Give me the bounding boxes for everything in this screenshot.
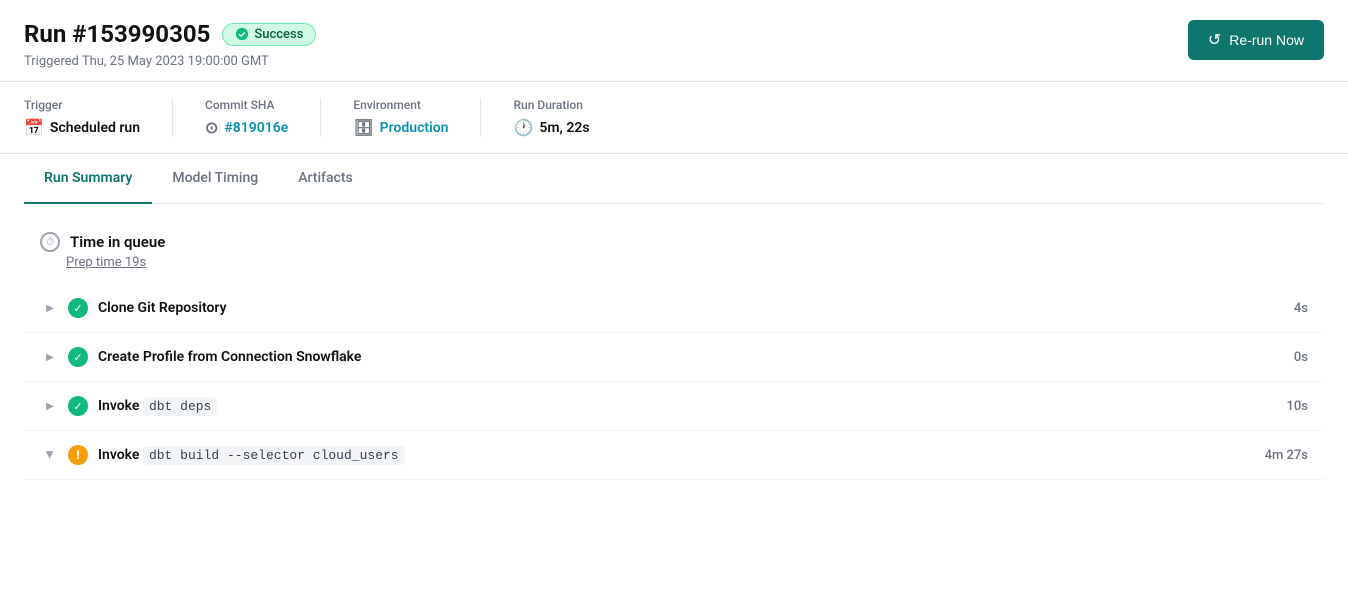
- rerun-button[interactable]: ↺ Re-run Now: [1188, 20, 1324, 60]
- step-row[interactable]: ▶ ✓ Clone Git Repository 4s: [24, 284, 1324, 333]
- meta-row: Trigger 📅 Scheduled run Commit SHA ⊙ #81…: [0, 82, 1348, 154]
- rerun-icon: ↺: [1208, 30, 1221, 50]
- expand-arrow: ▶: [40, 396, 60, 416]
- commit-icon: ⊙: [205, 118, 218, 137]
- triggered-text: Triggered Thu, 25 May 2023 19:00:00 GMT: [24, 54, 316, 69]
- step-status-icon: ✓: [68, 298, 88, 318]
- steps-container: ⏱ Time in queue Prep time 19s ▶ ✓ Clone …: [24, 204, 1324, 496]
- expand-arrow-open: ▶: [40, 445, 60, 465]
- step-status-icon: ✓: [68, 396, 88, 416]
- warning-icon: !: [68, 445, 88, 465]
- environment-value: 🗄 Production: [353, 118, 448, 137]
- queue-title: Time in queue: [70, 233, 165, 251]
- calendar-icon: 📅: [24, 118, 44, 137]
- step-row[interactable]: ▶ ✓ Create Profile from Connection Snowf…: [24, 333, 1324, 382]
- title-row: Run #153990305 Success: [24, 20, 316, 48]
- tab-run-summary[interactable]: Run Summary: [24, 154, 152, 204]
- step-duration: 10s: [1258, 399, 1308, 414]
- top-bar: Run #153990305 Success Triggered Thu, 25…: [0, 0, 1348, 82]
- queue-item: ⏱ Time in queue Prep time 19s: [24, 220, 1324, 282]
- trigger-text: Scheduled run: [50, 120, 140, 136]
- check-icon: [235, 27, 249, 41]
- tabs: Run Summary Model Timing Artifacts: [24, 154, 1324, 204]
- success-icon: ✓: [68, 298, 88, 318]
- commit-label: Commit SHA: [205, 98, 288, 112]
- prep-time-link[interactable]: Prep time 19s: [66, 255, 146, 270]
- step-name: Create Profile from Connection Snowflake: [98, 349, 1242, 365]
- step-row[interactable]: ▶ ! Invoke dbt build --selector cloud_us…: [24, 431, 1324, 480]
- queue-header: ⏱ Time in queue: [40, 232, 1308, 252]
- commit-value: ⊙ #819016e: [205, 118, 288, 137]
- success-badge: Success: [222, 23, 316, 46]
- step-row[interactable]: ▶ ✓ Invoke dbt deps 10s: [24, 382, 1324, 431]
- step-duration: 4m 27s: [1258, 448, 1308, 463]
- step-code: dbt build --selector cloud_users: [143, 446, 405, 465]
- step-code: dbt deps: [143, 397, 217, 416]
- rerun-label: Re-run Now: [1229, 32, 1304, 48]
- tab-model-timing[interactable]: Model Timing: [152, 154, 278, 204]
- trigger-value: 📅 Scheduled run: [24, 118, 140, 137]
- duration-value: 🕐 5m, 22s: [513, 118, 589, 137]
- step-name: Clone Git Repository: [98, 300, 1242, 316]
- meta-duration: Run Duration 🕐 5m, 22s: [513, 98, 621, 137]
- step-name: Invoke dbt build --selector cloud_users: [98, 447, 1242, 463]
- step-duration: 0s: [1258, 350, 1308, 365]
- step-status-icon: !: [68, 445, 88, 465]
- meta-trigger: Trigger 📅 Scheduled run: [24, 98, 173, 137]
- duration-text: 5m, 22s: [539, 120, 589, 136]
- expand-arrow: ▶: [40, 347, 60, 367]
- step-name: Invoke dbt deps: [98, 398, 1242, 414]
- meta-environment: Environment 🗄 Production: [353, 98, 481, 137]
- trigger-label: Trigger: [24, 98, 140, 112]
- environment-link[interactable]: Production: [380, 120, 449, 136]
- meta-commit: Commit SHA ⊙ #819016e: [205, 98, 321, 137]
- title-section: Run #153990305 Success Triggered Thu, 25…: [24, 20, 316, 69]
- run-title: Run #153990305: [24, 20, 210, 48]
- queue-sub: Prep time 19s: [66, 254, 1308, 270]
- content-area: Run Summary Model Timing Artifacts ⏱ Tim…: [0, 154, 1348, 496]
- environment-label: Environment: [353, 98, 448, 112]
- expand-arrow: ▶: [40, 298, 60, 318]
- stack-icon: 🗄: [353, 118, 373, 137]
- commit-link[interactable]: #819016e: [224, 120, 288, 136]
- step-status-icon: ✓: [68, 347, 88, 367]
- tab-artifacts[interactable]: Artifacts: [278, 154, 372, 204]
- success-icon: ✓: [68, 396, 88, 416]
- success-icon: ✓: [68, 347, 88, 367]
- clock-icon: 🕐: [513, 118, 533, 137]
- step-duration: 4s: [1258, 301, 1308, 316]
- status-label: Success: [254, 27, 303, 42]
- queue-clock-icon: ⏱: [40, 232, 60, 252]
- duration-label: Run Duration: [513, 98, 589, 112]
